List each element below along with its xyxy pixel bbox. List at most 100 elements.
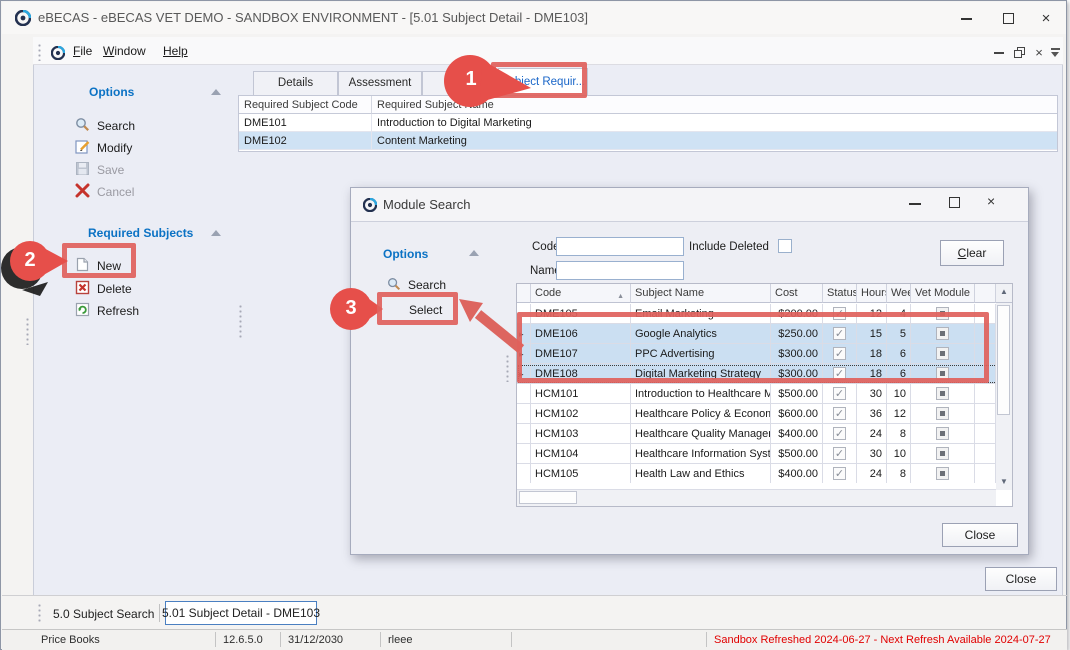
dialog-options-header[interactable]: Options [383, 247, 428, 261]
module-row[interactable]: HCM104Healthcare Information Syst$500.00… [517, 444, 1012, 464]
doc-tab-grip[interactable] [37, 603, 42, 623]
dialog-close-button[interactable]: Close [942, 523, 1018, 547]
module-status-cell: ✓ [823, 424, 857, 444]
options-collapse-icon[interactable] [211, 89, 221, 95]
panel-splitter-grip[interactable] [238, 304, 243, 338]
required-subject-row[interactable]: DME101Introduction to Digital Marketing [239, 114, 1057, 132]
vertical-scrollbar[interactable]: ▼ [996, 303, 1012, 490]
column-header-status[interactable]: Status [823, 284, 857, 303]
module-hours-cell: 24 [857, 424, 887, 444]
module-row[interactable]: HCM102Healthcare Policy & Economi$600.00… [517, 404, 1012, 424]
module-row[interactable]: ▸DME108Digital Marketing Strategy$300.00… [517, 364, 1012, 384]
window-edge-grip[interactable] [25, 317, 30, 345]
module-row[interactable]: HCM103Healthcare Quality Managem$400.00✓… [517, 424, 1012, 444]
refresh-icon [75, 302, 90, 320]
column-header[interactable]: Required Subject Code [239, 96, 372, 114]
dialog-splitter-grip[interactable] [505, 354, 510, 382]
dialog-close-x-button[interactable]: × [987, 193, 995, 209]
module-code-cell: DME108 [531, 364, 631, 384]
mdi-close-button[interactable]: × [1031, 45, 1047, 60]
main-close-button[interactable]: Close [985, 567, 1057, 591]
dialog-item-select[interactable]: Select [409, 300, 442, 320]
column-header-vet-module[interactable]: Vet Module [911, 284, 975, 303]
module-row[interactable]: HCM101Introduction to Healthcare M$500.0… [517, 384, 1012, 404]
module-status-cell: ✓ [823, 324, 857, 344]
required-subjects-group-header[interactable]: Required Subjects [88, 226, 193, 240]
maximize-button[interactable] [990, 3, 1026, 34]
menu-file[interactable]: File [69, 41, 96, 61]
column-header-cost[interactable]: Cost [771, 284, 823, 303]
status-separator [215, 632, 216, 647]
checked-checkbox-icon: ✓ [833, 347, 846, 360]
sidebar-item-modify[interactable]: Modify [75, 138, 132, 158]
column-header[interactable]: Required Subject Name [372, 96, 1057, 114]
checked-checkbox-icon: ✓ [833, 387, 846, 400]
tab-subject-requirements[interactable]: Subject Requir... [498, 68, 588, 95]
module-week-cell: 8 [887, 464, 911, 484]
horizontal-scrollbar[interactable] [517, 490, 996, 506]
search-icon [387, 277, 401, 294]
scroll-up-icon[interactable]: ▲ [996, 284, 1012, 303]
horizontal-scroll-thumb[interactable] [519, 491, 577, 504]
required-subjects-collapse-icon[interactable] [211, 230, 221, 236]
row-indicator [517, 464, 531, 484]
scroll-down-icon[interactable]: ▼ [996, 474, 1012, 490]
required-subject-row[interactable]: DME102Content Marketing [239, 132, 1057, 150]
checked-checkbox-icon: ✓ [833, 447, 846, 460]
tab-assessment[interactable]: Assessment [338, 71, 422, 95]
minimize-button[interactable] [948, 3, 984, 34]
module-row[interactable]: HCM105Health Law and Ethics$400.00✓248 [517, 464, 1012, 484]
options-group-header[interactable]: Options [89, 85, 134, 99]
dialog-item-search[interactable]: Search [387, 275, 446, 295]
sidebar-item-cancel[interactable]: Cancel [75, 182, 134, 202]
clear-button[interactable]: Clear [940, 240, 1004, 266]
customize-chevron-icon[interactable] [1049, 45, 1062, 60]
row-indicator [517, 404, 531, 424]
module-grid: Code▲ Subject Name Cost Status Hours Wee… [516, 283, 1013, 507]
module-name-cell: Google Analytics [631, 324, 771, 344]
vertical-scroll-thumb[interactable] [997, 305, 1010, 415]
module-name-cell: Healthcare Quality Managem [631, 424, 771, 444]
include-deleted-checkbox[interactable] [778, 239, 792, 253]
column-header-subject-name[interactable]: Subject Name [631, 284, 771, 303]
menu-window[interactable]: Window [99, 41, 150, 61]
module-vet-cell [911, 304, 975, 324]
mdi-minimize-button[interactable] [991, 45, 1007, 60]
module-name-cell: Healthcare Information Syst [631, 444, 771, 464]
dialog-title: Module Search [383, 188, 470, 222]
app-logo-icon [15, 10, 31, 31]
mdi-restore-button[interactable] [1011, 45, 1027, 60]
sidebar-item-refresh[interactable]: Refresh [75, 301, 139, 321]
doc-tab-subject-detail[interactable]: 5.01 Subject Detail - DME103 [165, 601, 317, 625]
sidebar-item-save[interactable]: Save [75, 160, 124, 180]
sidebar-item-search[interactable]: Search [75, 116, 135, 136]
menu-help[interactable]: Help [159, 41, 192, 61]
module-status-cell: ✓ [823, 384, 857, 404]
module-vet-cell [911, 424, 975, 444]
column-header-week[interactable]: Week [887, 284, 911, 303]
indeterminate-checkbox-icon [936, 367, 949, 380]
menu-app-icon [51, 46, 65, 65]
module-week-cell: 4 [887, 304, 911, 324]
module-row[interactable]: ▸DME107PPC Advertising$300.00✓186 [517, 344, 1012, 364]
module-row[interactable]: DME105Email Marketing$200.00✓124 [517, 304, 1012, 324]
doc-tab-subject-search[interactable]: 5.0 Subject Search [53, 607, 154, 621]
dialog-maximize-button[interactable] [949, 197, 960, 208]
tab-hidden-partial[interactable]: s [422, 71, 498, 95]
module-row[interactable]: ▸DME106Google Analytics$250.00✓155 [517, 324, 1012, 344]
module-blank-cell [975, 364, 996, 384]
menu-grip[interactable] [37, 43, 42, 61]
tab-details[interactable]: Details [253, 71, 338, 95]
code-input[interactable] [556, 237, 684, 256]
sidebar-item-new[interactable]: New [75, 256, 121, 276]
name-input[interactable] [556, 261, 684, 280]
module-week-cell: 6 [887, 344, 911, 364]
dialog-minimize-button[interactable] [909, 203, 921, 205]
column-header-code[interactable]: Code▲ [531, 284, 631, 303]
close-window-button[interactable]: × [1028, 3, 1064, 34]
sidebar-item-label: Refresh [97, 304, 139, 318]
sidebar-item-delete[interactable]: Delete [75, 279, 132, 299]
search-icon [75, 117, 90, 135]
column-header-hours[interactable]: Hours [857, 284, 887, 303]
dialog-options-collapse-icon[interactable] [469, 250, 479, 256]
